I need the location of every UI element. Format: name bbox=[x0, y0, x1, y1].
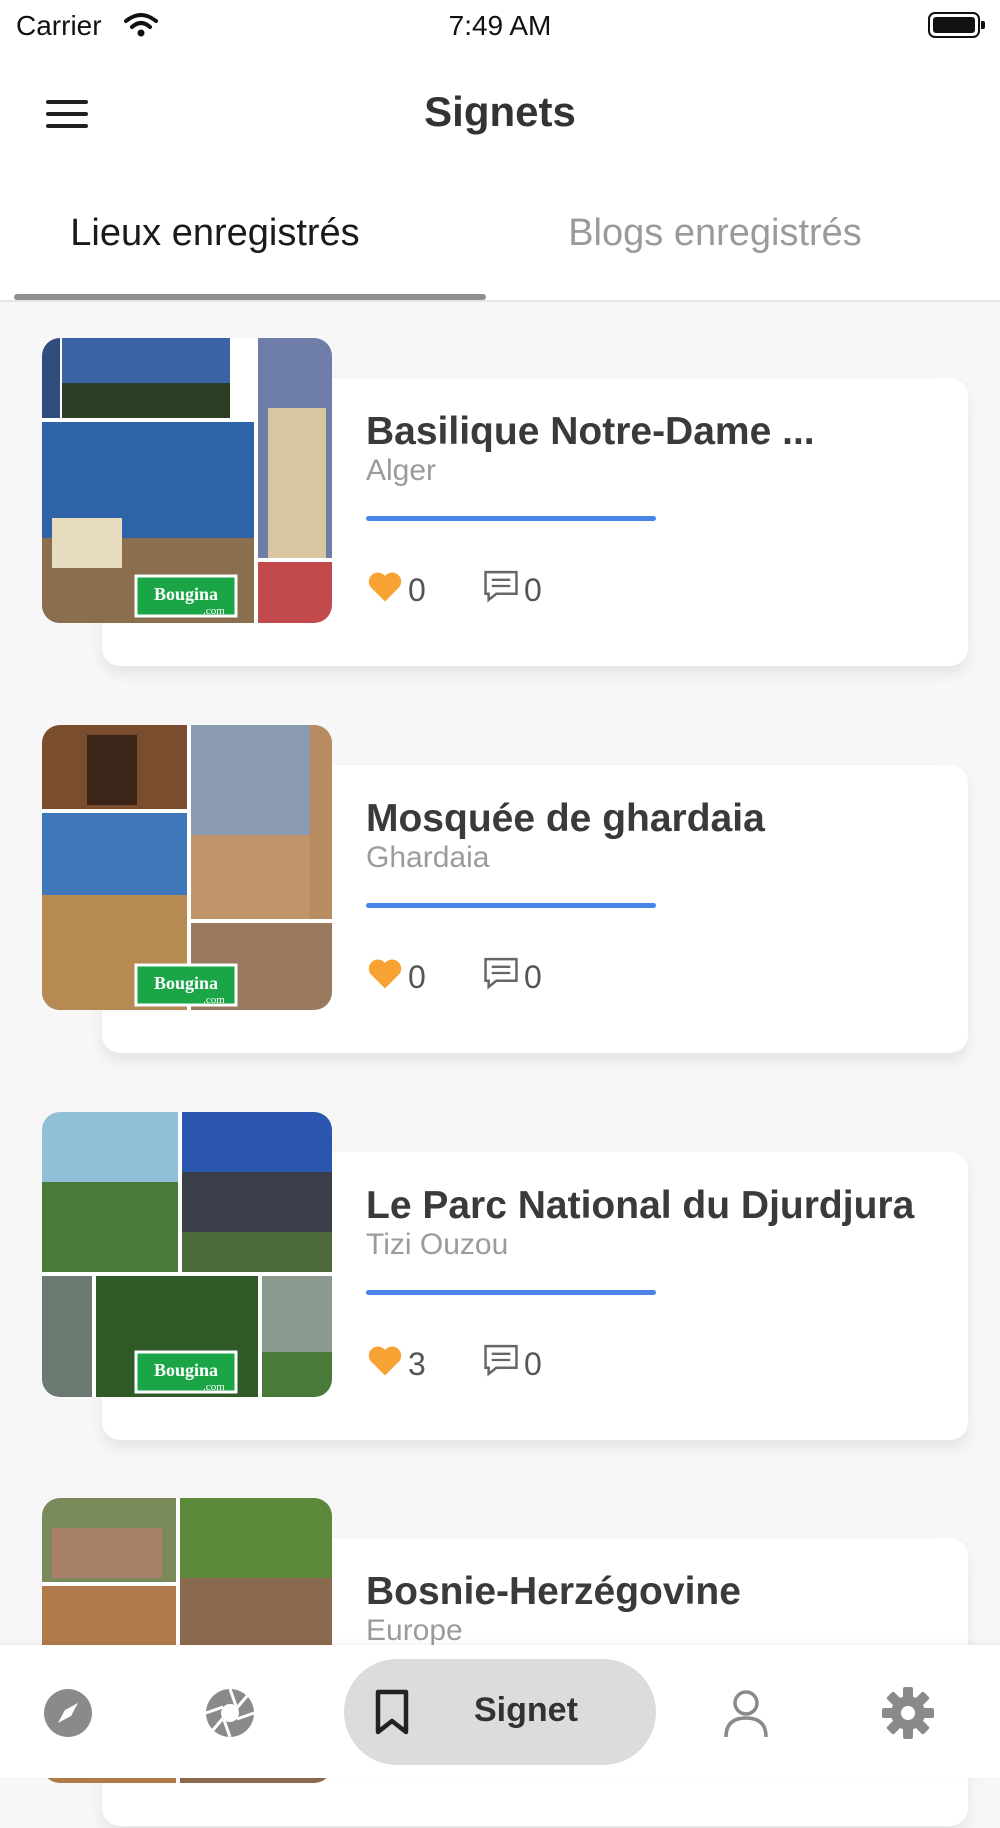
likes[interactable]: 0 bbox=[366, 570, 426, 610]
page-title: Signets bbox=[424, 88, 576, 135]
battery-icon bbox=[928, 12, 985, 38]
place-title: Basilique Notre-Dame ... bbox=[366, 410, 815, 453]
status-bar: Carrier 7:49 AM bbox=[0, 0, 1000, 52]
explore-compass-icon[interactable] bbox=[40, 1685, 96, 1741]
tab-saved-places[interactable]: Lieux enregistrés bbox=[0, 212, 460, 255]
place-thumbnail[interactable]: Bougina .com bbox=[42, 725, 332, 1010]
svg-text:Bougina: Bougina bbox=[154, 584, 218, 604]
place-title: Le Parc National du Djurdjura bbox=[366, 1184, 915, 1227]
likes-count: 0 bbox=[408, 571, 426, 608]
tab-bar: Lieux enregistrés Blogs enregistrés bbox=[0, 182, 1000, 302]
status-time: 7:49 AM bbox=[448, 10, 552, 41]
bookmark-icon bbox=[372, 1689, 412, 1740]
place-location: Ghardaia bbox=[366, 841, 490, 874]
svg-text:.com: .com bbox=[203, 605, 225, 617]
heart-icon bbox=[366, 1343, 404, 1385]
comment-icon bbox=[482, 956, 520, 998]
app-header: Signets bbox=[0, 52, 1000, 182]
nav-active-label: Signet bbox=[474, 1691, 578, 1729]
comments-count: 0 bbox=[524, 1345, 542, 1382]
place-location: Alger bbox=[366, 454, 437, 487]
bottom-navigation: Signet bbox=[0, 1645, 1000, 1778]
place-location: Tizi Ouzou bbox=[366, 1228, 509, 1261]
place-card[interactable]: Bougina .com Mosquée de ghardaia Ghardai… bbox=[42, 725, 970, 1055]
divider-bar bbox=[366, 516, 656, 521]
place-card[interactable]: Bougina .com Le Parc National du Djurdju… bbox=[42, 1112, 970, 1442]
nav-bookmark-active[interactable]: Signet bbox=[344, 1659, 656, 1765]
divider-bar bbox=[366, 1290, 656, 1295]
comments[interactable]: 0 bbox=[482, 1344, 542, 1384]
comments[interactable]: 0 bbox=[482, 957, 542, 997]
comment-icon bbox=[482, 569, 520, 611]
svg-text:.com: .com bbox=[203, 994, 225, 1006]
place-thumbnail[interactable]: Bougina .com bbox=[42, 338, 332, 623]
camera-aperture-icon[interactable] bbox=[202, 1685, 258, 1741]
heart-icon bbox=[366, 569, 404, 611]
place-title: Bosnie-Herzégovine bbox=[366, 1570, 741, 1613]
place-card[interactable]: Bougina .com Basilique Notre-Dame ... Al… bbox=[42, 338, 970, 668]
svg-text:Bougina: Bougina bbox=[154, 1360, 218, 1380]
likes-count: 0 bbox=[408, 958, 426, 995]
comments[interactable]: 0 bbox=[482, 570, 542, 610]
place-location: Europe bbox=[366, 1614, 463, 1647]
heart-icon bbox=[366, 956, 404, 998]
svg-text:.com: .com bbox=[203, 1381, 225, 1393]
place-thumbnail[interactable]: Bougina .com bbox=[42, 1112, 332, 1397]
tab-saved-blogs[interactable]: Blogs enregistrés bbox=[470, 212, 960, 255]
settings-gear-icon[interactable] bbox=[880, 1685, 936, 1741]
svg-text:Bougina: Bougina bbox=[154, 973, 218, 993]
divider-bar bbox=[366, 903, 656, 908]
active-tab-indicator bbox=[14, 294, 486, 300]
place-title: Mosquée de ghardaia bbox=[366, 797, 765, 840]
likes[interactable]: 3 bbox=[366, 1344, 426, 1384]
comments-count: 0 bbox=[524, 571, 542, 608]
user-profile-icon[interactable] bbox=[718, 1685, 774, 1741]
comment-icon bbox=[482, 1343, 520, 1385]
likes-count: 3 bbox=[408, 1345, 426, 1382]
likes[interactable]: 0 bbox=[366, 957, 426, 997]
comments-count: 0 bbox=[524, 958, 542, 995]
